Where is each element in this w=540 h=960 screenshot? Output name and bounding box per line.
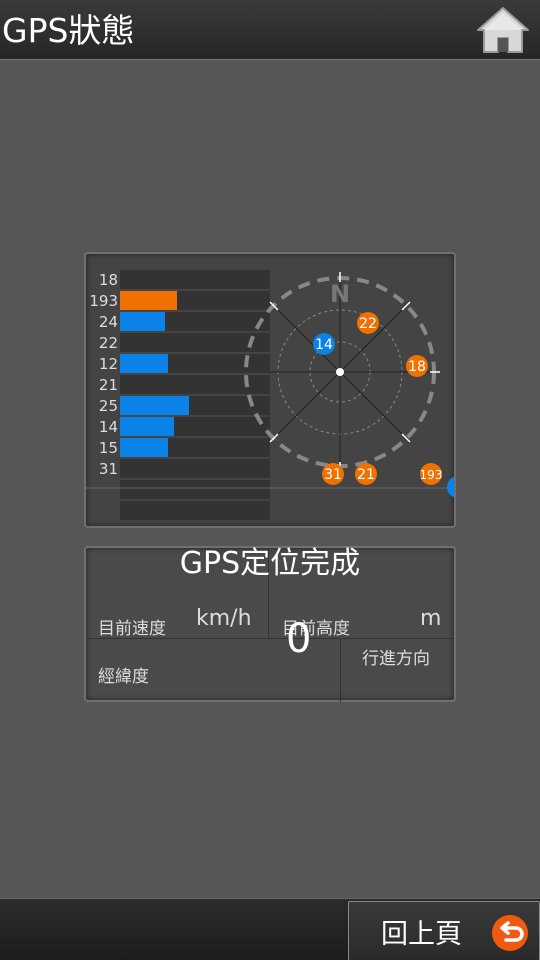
radar-satellite-label: 31 bbox=[324, 467, 342, 483]
signal-bar bbox=[120, 312, 165, 331]
header-bar: GPS狀態 bbox=[0, 0, 540, 60]
satellite-id-label: 25 bbox=[99, 397, 118, 415]
back-button-label: 回上頁 bbox=[381, 919, 462, 950]
radar-satellite-label: 22 bbox=[359, 316, 377, 332]
satellite-id-label: 193 bbox=[89, 292, 118, 310]
divider bbox=[340, 638, 341, 702]
satellite-chart: N 18 193 24 22 12 21 25 14 15 31 14 22 18 31 21 193 2 bbox=[86, 270, 456, 520]
radar-satellite-label: 18 bbox=[408, 359, 426, 375]
heading-label: 行進方向 bbox=[362, 649, 430, 669]
bar-track bbox=[120, 459, 270, 478]
radar-satellite-label: 193 bbox=[420, 468, 443, 482]
signal-bar bbox=[120, 417, 174, 436]
page-title: GPS狀態 bbox=[2, 11, 135, 50]
satellite-id-label: 14 bbox=[99, 418, 118, 436]
satellite-id-label: 15 bbox=[99, 439, 118, 457]
radar-satellite bbox=[447, 476, 454, 498]
speed-unit: km/h bbox=[196, 606, 252, 631]
satellite-id-label: 31 bbox=[99, 460, 118, 478]
signal-bar bbox=[120, 438, 168, 457]
radar-satellite-label: 14 bbox=[315, 337, 333, 353]
altitude-value: 0 bbox=[286, 616, 312, 662]
bar-track bbox=[120, 501, 270, 520]
info-panel: GPS定位完成 目前速度 km/h 目前高度 m 0 經緯度 行進方向 bbox=[84, 546, 456, 702]
satellite-id-label: 21 bbox=[99, 376, 118, 394]
gps-status: GPS定位完成 bbox=[179, 546, 361, 581]
back-button[interactable]: 回上頁 bbox=[348, 901, 540, 960]
satellite-id-label: 22 bbox=[99, 334, 118, 352]
altitude-unit: m bbox=[420, 606, 442, 631]
home-button[interactable] bbox=[474, 4, 532, 56]
signal-bar bbox=[120, 354, 168, 373]
signal-bar bbox=[120, 396, 189, 415]
radar-north-label: N bbox=[330, 280, 350, 308]
bar-track bbox=[120, 270, 270, 289]
speed-label: 目前速度 bbox=[98, 619, 166, 639]
latlon-label: 經緯度 bbox=[98, 667, 149, 687]
radar-satellite-label: 2 bbox=[454, 480, 456, 496]
bar-track bbox=[120, 480, 270, 499]
satellite-id-label: 18 bbox=[99, 271, 118, 289]
signal-bar bbox=[120, 291, 177, 310]
radar-center bbox=[336, 368, 344, 376]
bar-track bbox=[120, 333, 270, 352]
satellite-id-label: 12 bbox=[99, 355, 118, 373]
home-icon bbox=[477, 7, 529, 53]
radar-satellite-label: 21 bbox=[357, 467, 375, 483]
satellite-id-label: 24 bbox=[99, 313, 118, 331]
footer-bar: 回上頁 bbox=[0, 898, 540, 960]
back-arrow-icon bbox=[492, 915, 528, 951]
satellite-panel: N 18 193 24 22 12 21 25 14 15 31 14 22 18 31 21 193 2 bbox=[84, 252, 456, 528]
